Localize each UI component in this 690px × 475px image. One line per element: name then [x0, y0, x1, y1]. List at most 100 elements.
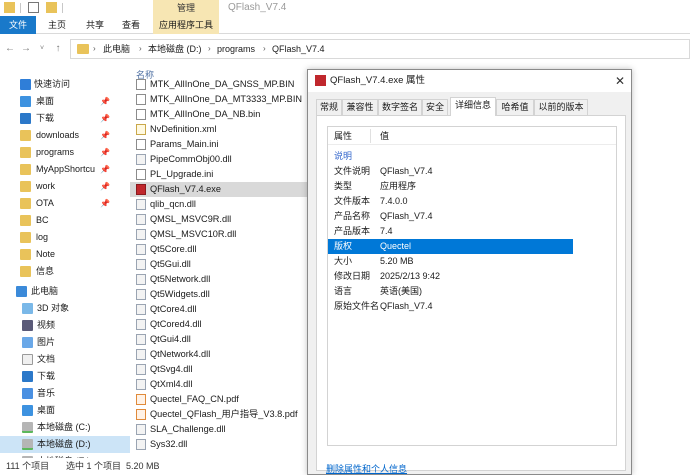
tab-application-tools[interactable]: 应用程序工具	[153, 16, 219, 34]
file-row[interactable]: QtCored4.dll	[130, 317, 312, 332]
file-row[interactable]: QMSL_MSVC9R.dll	[130, 212, 312, 227]
breadcrumb-qflash[interactable]: QFlash_V7.4	[272, 40, 325, 58]
property-row[interactable]: 文件版本 7.4.0.0	[328, 194, 616, 209]
tab-view[interactable]: 查看	[114, 16, 148, 34]
breadcrumb-this-pc[interactable]: 此电脑	[103, 40, 130, 58]
file-row[interactable]: QFlash_V7.4.exe	[130, 182, 312, 197]
file-row[interactable]: Quectel_FAQ_CN.pdf	[130, 392, 312, 407]
file-row[interactable]: Quectel_QFlash_用户指导_V3.8.pdf	[130, 407, 312, 422]
file-row[interactable]: QMSL_MSVC10R.dll	[130, 227, 312, 242]
new-folder-quick-icon[interactable]	[46, 2, 57, 13]
nav-desktop[interactable]: 桌面	[0, 402, 130, 419]
properties-quick-icon[interactable]	[28, 2, 39, 13]
file-row[interactable]: QtGui4.dll	[130, 332, 312, 347]
chevron-right-icon[interactable]: ›	[208, 40, 211, 58]
file-list[interactable]: 名称 MTK_AllInOne_DA_GNSS_MP.BIN MTK_AllInO…	[130, 64, 312, 458]
nav-videos[interactable]: 视频	[0, 317, 130, 334]
property-row[interactable]: 大小 5.20 MB	[328, 254, 616, 269]
property-table[interactable]: 属性 值 说明 文件说明 QFlash_V7.4 类型 应用程序 文件版本 7.4.0.0…	[327, 126, 617, 446]
recent-locations-icon[interactable]: ˅	[36, 43, 48, 55]
nav-3d-objects[interactable]: 3D 对象	[0, 300, 130, 317]
chevron-right-icon[interactable]: ›	[263, 40, 266, 58]
tab-file[interactable]: 文件	[0, 16, 36, 34]
tab-home[interactable]: 主页	[40, 16, 74, 34]
file-row[interactable]: QtNetwork4.dll	[130, 347, 312, 362]
nav-folder-log[interactable]: log	[0, 229, 130, 246]
file-row[interactable]: Qt5Gui.dll	[130, 257, 312, 272]
file-row[interactable]: Params_Main.ini	[130, 137, 312, 152]
tab-details[interactable]: 详细信息	[450, 97, 496, 116]
file-row[interactable]: Qt5Network.dll	[130, 272, 312, 287]
nav-documents[interactable]: 文档	[0, 351, 130, 368]
address-box[interactable]: › 此电脑 › 本地磁盘 (D:) › programs › QFlash_V7…	[70, 39, 690, 59]
tab-compatibility[interactable]: 兼容性	[342, 99, 378, 115]
file-row[interactable]: Qt5Widgets.dll	[130, 287, 312, 302]
forward-arrow-icon[interactable]: →	[20, 43, 32, 55]
nav-folder-downloads[interactable]: downloads 📌	[0, 127, 130, 144]
dll-file-icon	[136, 199, 146, 210]
nav-music[interactable]: 音乐	[0, 385, 130, 402]
nav-folder-programs[interactable]: programs 📌	[0, 144, 130, 161]
file-row[interactable]: QtCore4.dll	[130, 302, 312, 317]
breadcrumb-programs[interactable]: programs	[217, 40, 255, 58]
remove-properties-link[interactable]: 删除属性和个人信息	[326, 462, 407, 475]
file-row[interactable]: PipeCommObj00.dll	[130, 152, 312, 167]
file-name: Sys32.dll	[150, 439, 188, 449]
nav-downloads[interactable]: 下载	[0, 368, 130, 385]
nav-folder-myappshortcu[interactable]: MyAppShortcu 📌	[0, 161, 130, 178]
tab-share[interactable]: 共享	[78, 16, 112, 34]
column-divider[interactable]	[370, 129, 371, 143]
close-icon[interactable]: ✕	[615, 70, 625, 92]
nav-folder-work[interactable]: work 📌	[0, 178, 130, 195]
property-row[interactable]: 类型 应用程序	[328, 179, 616, 194]
nav-this-pc[interactable]: 此电脑	[0, 283, 130, 300]
tab-general[interactable]: 常规	[316, 99, 342, 115]
nav-folder-note[interactable]: Note	[0, 246, 130, 263]
property-row[interactable]: 产品版本 7.4	[328, 224, 616, 239]
tab-previous-versions[interactable]: 以前的版本	[534, 99, 588, 115]
property-row[interactable]: 语言 英语(美国)	[328, 284, 616, 299]
tab-digital-signatures[interactable]: 数字签名	[378, 99, 422, 115]
property-row[interactable]: 文件说明 QFlash_V7.4	[328, 164, 616, 179]
chevron-right-icon[interactable]: ›	[139, 40, 142, 58]
file-row[interactable]: SLA_Challenge.dll	[130, 422, 312, 437]
nav-pictures[interactable]: 图片	[0, 334, 130, 351]
back-arrow-icon[interactable]: ←	[4, 43, 16, 55]
file-row[interactable]: MTK_AllInOne_DA_GNSS_MP.BIN	[130, 77, 312, 92]
property-table-header: 属性 值	[328, 127, 616, 145]
nav-drive-c[interactable]: 本地磁盘 (C:)	[0, 419, 130, 436]
nav-folder-bc[interactable]: BC	[0, 212, 130, 229]
header-value[interactable]: 值	[380, 127, 389, 145]
property-row[interactable]: 版权 Quectel	[328, 239, 573, 254]
file-row[interactable]: qlib_qcn.dll	[130, 197, 312, 212]
manage-context-tab[interactable]: 管理	[153, 0, 219, 16]
nav-label: Note	[36, 249, 56, 259]
picture-icon	[22, 337, 33, 348]
property-row[interactable]: 产品名称 QFlash_V7.4	[328, 209, 616, 224]
dll-file-icon	[136, 319, 146, 330]
dialog-title-bar[interactable]: QFlash_V7.4.exe 属性 ✕	[308, 70, 631, 92]
file-row[interactable]: QtXml4.dll	[130, 377, 312, 392]
tab-hashes[interactable]: 哈希值	[496, 99, 534, 115]
file-row[interactable]: PL_Upgrade.ini	[130, 167, 312, 182]
file-row[interactable]: Sys32.dll	[130, 437, 312, 452]
breadcrumb-drive-d[interactable]: 本地磁盘 (D:)	[148, 40, 202, 58]
chevron-right-icon[interactable]: ›	[93, 40, 96, 58]
nav-folder-info[interactable]: 信息	[0, 263, 130, 280]
nav-desktop-pinned[interactable]: 桌面 📌	[0, 93, 130, 110]
tab-security[interactable]: 安全	[422, 99, 448, 115]
file-row[interactable]: MTK_AllInOne_DA_NB.bin	[130, 107, 312, 122]
nav-drive-d[interactable]: 本地磁盘 (D:)	[0, 436, 130, 453]
file-row[interactable]: Qt5Core.dll	[130, 242, 312, 257]
file-row[interactable]: MTK_AllInOne_DA_MT3333_MP.BIN	[130, 92, 312, 107]
file-row[interactable]: NvDefinition.xml	[130, 122, 312, 137]
property-row[interactable]: 修改日期 2025/2/13 9:42	[328, 269, 616, 284]
file-row[interactable]: QtSvg4.dll	[130, 362, 312, 377]
nav-folder-ota[interactable]: OTA 📌	[0, 195, 130, 212]
up-arrow-icon[interactable]: ↑	[52, 43, 64, 55]
header-property[interactable]: 属性	[334, 127, 352, 145]
nav-downloads-pinned[interactable]: 下载 📌	[0, 110, 130, 127]
property-row[interactable]: 原始文件名 QFlash_V7.4	[328, 299, 616, 314]
desktop-icon	[22, 405, 33, 416]
nav-quick-access[interactable]: 快速访问	[0, 76, 130, 93]
